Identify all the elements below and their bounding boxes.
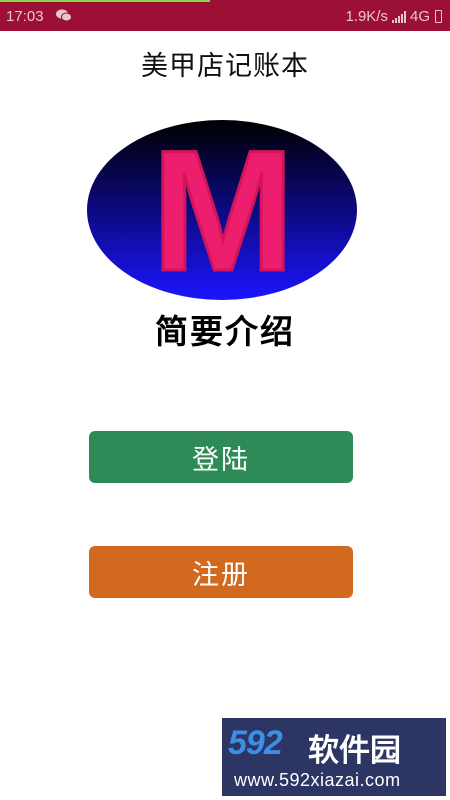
wechat-icon <box>56 9 72 22</box>
app-title: 美甲店记账本 <box>141 51 309 82</box>
intro-heading[interactable]: 简要介绍 <box>0 305 450 353</box>
status-time: 17:03 <box>6 8 44 25</box>
signal-icon <box>391 10 406 23</box>
watermark-brand-number: 592 <box>228 724 283 762</box>
logo-letter: M <box>151 120 294 300</box>
status-progress-line <box>0 0 210 2</box>
watermark-brand-text: 软件园 <box>308 733 401 769</box>
status-bar: 17:03 1.9K/s 4G <box>0 0 450 31</box>
app-logo: M <box>87 120 357 300</box>
network-type: 4G <box>409 8 430 25</box>
register-button[interactable]: 注册 <box>89 546 353 598</box>
watermark-url: www.592xiazai.com <box>234 770 401 790</box>
battery-icon <box>435 10 442 23</box>
watermark: 592 软件园 www.592xiazai.com <box>222 718 446 796</box>
network-speed: 1.9K/s <box>345 8 388 25</box>
login-button[interactable]: 登陆 <box>89 431 353 483</box>
status-right-group: 1.9K/s 4G <box>345 8 442 25</box>
